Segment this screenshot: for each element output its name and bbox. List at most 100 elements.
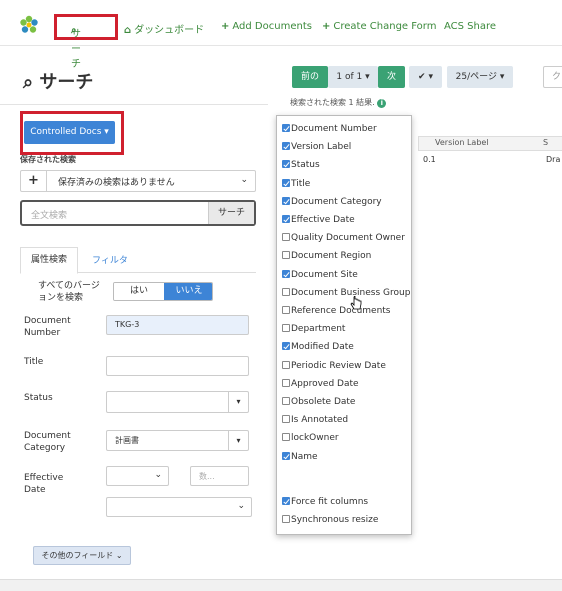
- column-option[interactable]: Department: [282, 324, 345, 334]
- column-option[interactable]: Name: [282, 451, 318, 462]
- saved-search-select[interactable]: + 保存済みの検索はありません ⌄: [20, 170, 256, 192]
- filter-input[interactable]: ク: [543, 66, 562, 88]
- page-title: ⌕ サーチ: [23, 68, 93, 94]
- checkbox-icon[interactable]: [282, 324, 290, 333]
- doc-number-value: TKG-3: [115, 320, 140, 329]
- doc-number-input[interactable]: TKG-3: [106, 315, 249, 335]
- columns-button[interactable]: ✔ ▾: [409, 66, 442, 88]
- column-option-label: Document Region: [291, 251, 372, 262]
- fulltext-search-input[interactable]: 全文検索: [31, 208, 67, 221]
- cell-status: Dra: [546, 155, 561, 164]
- column-option[interactable]: Is Annotated: [282, 415, 348, 425]
- prev-page-button[interactable]: 前の: [292, 66, 328, 88]
- column-option-label: Approved Date: [291, 378, 359, 389]
- toggle-no-option[interactable]: いいえ: [164, 283, 212, 300]
- checkbox-checked-icon[interactable]: [282, 451, 290, 460]
- all-versions-toggle: はい いいえ: [113, 282, 213, 301]
- column-option[interactable]: Document Number: [282, 124, 377, 134]
- column-option[interactable]: Title: [282, 178, 310, 189]
- chevron-down-icon: ⌄: [154, 470, 162, 480]
- checkbox-checked-icon[interactable]: [282, 269, 290, 278]
- page-select[interactable]: 1 of 1 ▾: [328, 66, 378, 88]
- search-icon: ⌕: [23, 72, 34, 93]
- footer-bar: [0, 580, 562, 591]
- checkbox-icon[interactable]: [282, 433, 290, 442]
- toggle-yes-option[interactable]: はい: [114, 283, 164, 300]
- checkbox-checked-icon[interactable]: [282, 196, 290, 205]
- checkbox-checked-icon[interactable]: [282, 497, 290, 505]
- checkbox-checked-icon[interactable]: [282, 142, 290, 151]
- per-page-select[interactable]: 25/ページ ▾: [447, 66, 513, 88]
- nav-add-documents-link[interactable]: + Add Documents: [221, 21, 312, 32]
- status-select[interactable]: ▾: [106, 391, 249, 413]
- page-title-text: サーチ: [39, 72, 94, 93]
- effective-date-number-input[interactable]: 数...: [190, 466, 249, 486]
- column-header-s[interactable]: S: [543, 138, 548, 147]
- nav-search-link[interactable]: ⌕ サーチ: [54, 14, 118, 70]
- cell-version: 0.1: [423, 155, 436, 164]
- title-label: Title: [24, 357, 44, 367]
- checkbox-checked-icon[interactable]: [282, 342, 290, 351]
- doc-category-label: Document Category: [24, 431, 71, 453]
- column-option[interactable]: Document Business Group: [282, 287, 410, 298]
- column-option[interactable]: Modified Date: [282, 342, 354, 352]
- column-option[interactable]: Periodic Review Date: [282, 360, 386, 371]
- checkbox-icon[interactable]: [282, 287, 290, 296]
- column-option[interactable]: Obsolete Date: [282, 397, 355, 407]
- tab-attribute-search[interactable]: 属性検索: [20, 247, 78, 274]
- doc-number-label: Document Number: [24, 316, 71, 338]
- check-icon: ✔: [418, 72, 426, 82]
- next-page-button[interactable]: 次: [378, 66, 405, 88]
- column-option-label: Effective Date: [291, 215, 355, 225]
- divider: [0, 104, 268, 105]
- app-logo-icon[interactable]: [19, 15, 39, 35]
- column-option-label: Name: [291, 451, 318, 462]
- checkbox-checked-icon[interactable]: [282, 124, 290, 132]
- column-option[interactable]: Approved Date: [282, 378, 359, 389]
- effective-date-unit-select[interactable]: ⌄: [106, 497, 252, 517]
- column-option[interactable]: Synchronous resize: [282, 515, 378, 525]
- nav-create-change-form-link[interactable]: + Create Change Form: [322, 21, 436, 32]
- effective-date-operator-select[interactable]: ⌄: [106, 466, 169, 486]
- fulltext-search-group: 全文検索 サーチ: [20, 200, 256, 226]
- column-option[interactable]: Force fit columns: [282, 497, 368, 507]
- title-input[interactable]: [106, 356, 249, 376]
- checkbox-icon[interactable]: [282, 397, 290, 405]
- checkbox-icon[interactable]: [282, 415, 290, 424]
- checkbox-checked-icon[interactable]: [282, 215, 290, 223]
- column-option-label: Modified Date: [291, 342, 354, 353]
- column-option[interactable]: Version Label: [282, 142, 351, 152]
- column-header-version[interactable]: Version Label: [435, 138, 489, 147]
- add-saved-search-button[interactable]: +: [21, 171, 47, 191]
- column-option[interactable]: Document Site: [282, 269, 358, 280]
- checkbox-icon[interactable]: [282, 515, 290, 524]
- tab-filter[interactable]: フィルタ: [92, 253, 128, 266]
- status-label: Status: [24, 393, 53, 403]
- column-option-label: Department: [291, 324, 346, 335]
- per-page-label: 25/ページ: [455, 72, 497, 82]
- checkbox-checked-icon[interactable]: [282, 160, 290, 169]
- column-option[interactable]: Document Region: [282, 251, 371, 261]
- more-fields-button[interactable]: その他のフィールド ⌄: [33, 546, 131, 565]
- search-button[interactable]: サーチ: [208, 202, 254, 224]
- column-option-label: Document Site: [291, 269, 358, 280]
- chevron-down-icon: ⌄: [115, 551, 123, 560]
- column-option[interactable]: Effective Date: [282, 215, 355, 225]
- info-icon[interactable]: i: [377, 99, 387, 108]
- nav-acs-share-link[interactable]: ACS Share: [444, 21, 496, 32]
- checkbox-icon[interactable]: [282, 306, 290, 314]
- column-option[interactable]: Status: [282, 160, 320, 170]
- checkbox-checked-icon[interactable]: [282, 178, 290, 187]
- nav-dashboard-label: ダッシュボード: [134, 25, 205, 36]
- checkbox-icon[interactable]: [282, 378, 290, 387]
- column-option[interactable]: Reference Documents: [282, 306, 391, 316]
- controlled-docs-button[interactable]: Controlled Docs ▾: [24, 121, 115, 144]
- column-option[interactable]: Document Category: [282, 196, 382, 207]
- checkbox-icon[interactable]: [282, 251, 290, 260]
- checkbox-icon[interactable]: [282, 360, 290, 369]
- column-option[interactable]: Quality Document Owner: [282, 233, 405, 243]
- column-option[interactable]: lockOwner: [282, 433, 339, 443]
- doc-category-select[interactable]: 計画書 ▾: [106, 430, 249, 451]
- nav-dashboard-link[interactable]: ⌂ ダッシュボード: [124, 21, 204, 36]
- checkbox-icon[interactable]: [282, 233, 290, 242]
